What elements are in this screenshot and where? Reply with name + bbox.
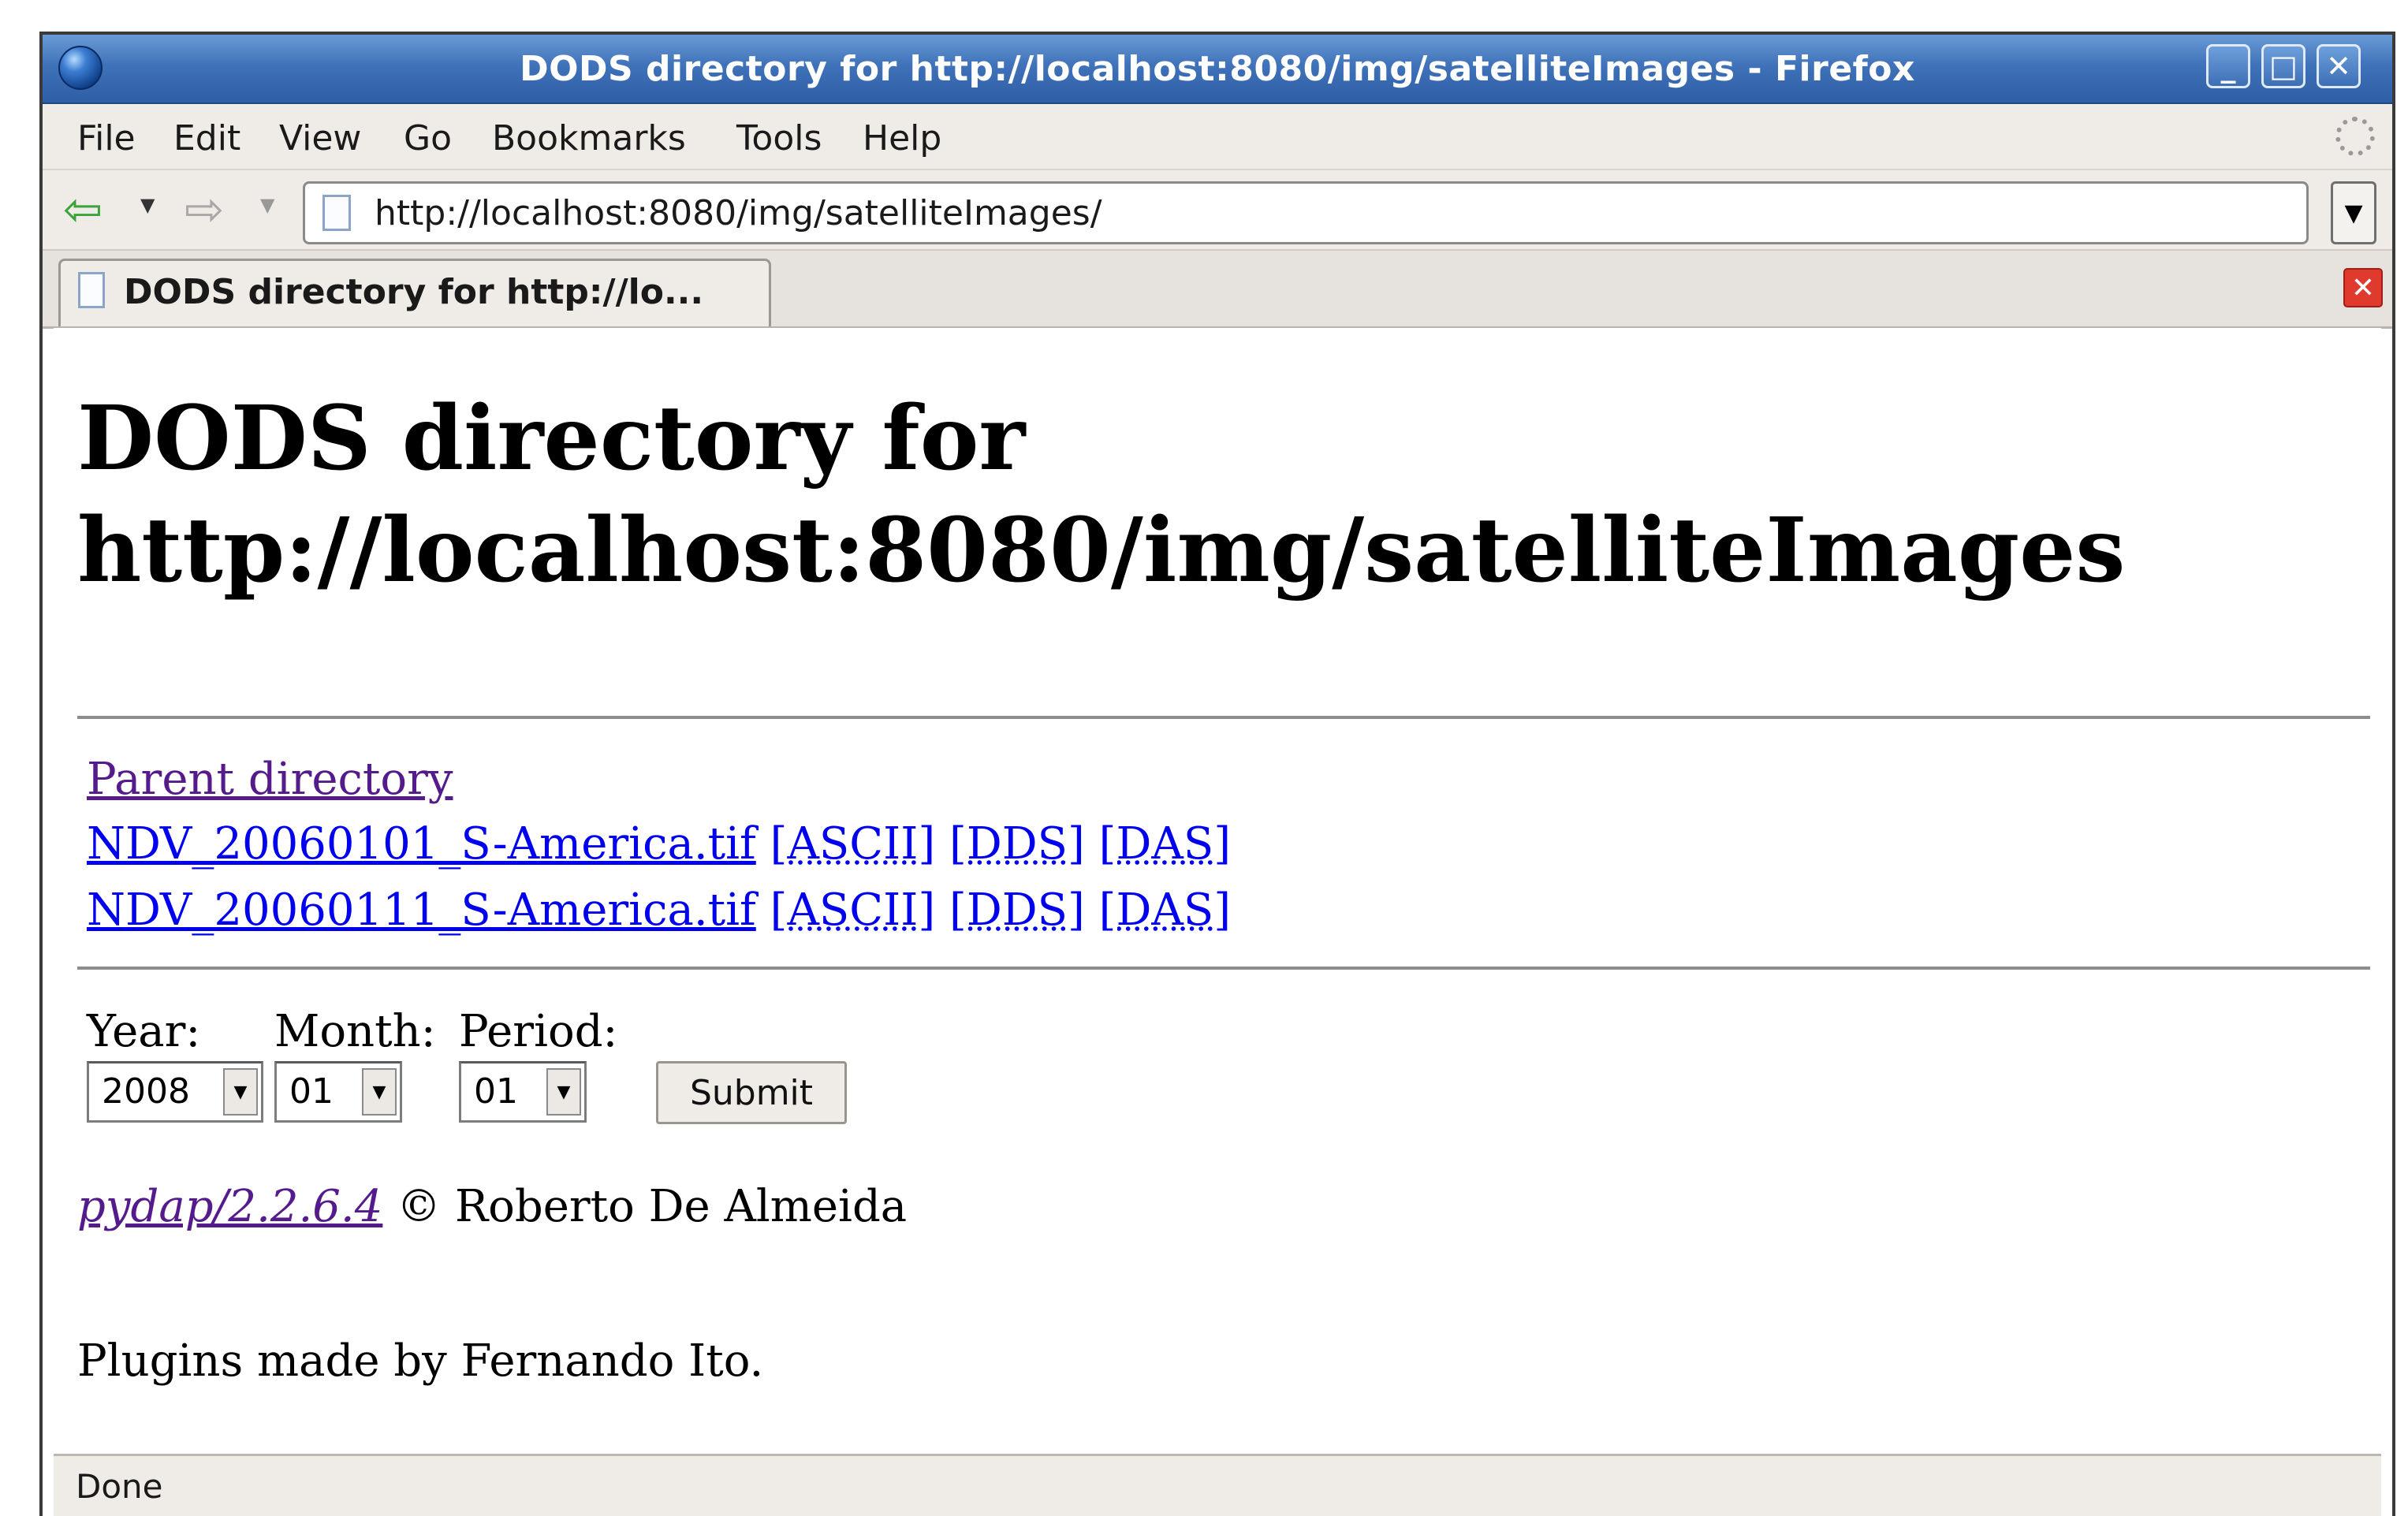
status-text: Done bbox=[76, 1467, 163, 1506]
menu-view[interactable]: View bbox=[279, 118, 361, 158]
ascii-link[interactable]: [ASCII] bbox=[770, 818, 936, 870]
parent-directory-row: Parent directory bbox=[87, 752, 453, 807]
close-icon[interactable]: ✕ bbox=[2343, 268, 2383, 307]
period-label: Period: bbox=[459, 1006, 618, 1057]
pydap-link[interactable]: pydap/2.2.6.4 bbox=[77, 1181, 382, 1232]
submit-button[interactable]: Submit bbox=[656, 1061, 847, 1124]
file-row: NDV_20060101_S-America.tif [ASCII] [DDS]… bbox=[87, 817, 1231, 872]
menu-bar: File Edit View Go Bookmarks Tools Help bbox=[43, 104, 2392, 170]
file-row: NDV_20060111_S-America.tif [ASCII] [DDS]… bbox=[87, 883, 1231, 938]
forward-history-dropdown[interactable]: ▼ bbox=[260, 194, 274, 216]
address-bar[interactable]: http://localhost:8080/img/satelliteImage… bbox=[303, 181, 2309, 244]
chevron-down-icon: ▼ bbox=[546, 1068, 581, 1116]
menu-go[interactable]: Go bbox=[404, 118, 452, 158]
period-select[interactable]: 01 ▼ bbox=[459, 1061, 587, 1123]
maximize-button[interactable]: □ bbox=[2261, 44, 2305, 88]
page-content: DODS directory for http://localhost:8080… bbox=[54, 328, 2381, 1456]
tab-label: DODS directory for http://lo... bbox=[124, 272, 704, 312]
back-history-dropdown[interactable]: ▼ bbox=[140, 194, 155, 216]
page-title: DODS directory for http://localhost:8080… bbox=[77, 383, 2364, 607]
chevron-down-icon: ▼ bbox=[362, 1068, 397, 1116]
address-url[interactable]: http://localhost:8080/img/satelliteImage… bbox=[375, 193, 1102, 233]
status-bar: Done bbox=[54, 1454, 2381, 1516]
throbber-icon bbox=[2335, 117, 2375, 156]
credits-line: pydap/2.2.6.4 © Roberto De Almeida bbox=[77, 1179, 907, 1235]
menu-tools[interactable]: Tools bbox=[736, 118, 822, 158]
menu-file[interactable]: File bbox=[77, 118, 136, 158]
forward-arrow-icon[interactable]: ⇨ bbox=[185, 186, 224, 233]
minimize-button[interactable]: _ bbox=[2206, 44, 2250, 88]
window-title: DODS directory for http://localhost:8080… bbox=[520, 49, 1915, 89]
page-icon bbox=[78, 272, 105, 308]
back-arrow-icon[interactable]: ⇦ bbox=[63, 186, 103, 233]
dds-link[interactable]: [DDS] bbox=[949, 885, 1085, 936]
tab-active[interactable]: DODS directory for http://lo... bbox=[58, 259, 771, 326]
address-history-dropdown[interactable]: ▼ bbox=[2331, 181, 2376, 244]
copyright-text: © Roberto De Almeida bbox=[382, 1181, 908, 1232]
page-icon bbox=[322, 195, 351, 231]
page-title-line1: DODS directory for bbox=[77, 387, 1026, 490]
das-link[interactable]: [DAS] bbox=[1099, 885, 1231, 936]
close-window-button[interactable]: ✕ bbox=[2317, 44, 2361, 88]
divider bbox=[77, 967, 2370, 970]
page-title-line2: http://localhost:8080/img/satelliteImage… bbox=[77, 499, 2126, 602]
year-label: Year: bbox=[87, 1006, 201, 1057]
navigation-toolbar: ⇦ ▼ ⇨ ▼ http://localhost:8080/img/satell… bbox=[43, 170, 2392, 251]
file-link[interactable]: NDV_20060111_S-America.tif bbox=[87, 885, 756, 936]
chevron-down-icon: ▼ bbox=[223, 1068, 258, 1116]
menu-help[interactable]: Help bbox=[863, 118, 941, 158]
browser-window: DODS directory for http://localhost:8080… bbox=[39, 32, 2395, 1516]
year-select[interactable]: 2008 ▼ bbox=[87, 1061, 263, 1123]
title-bar: DODS directory for http://localhost:8080… bbox=[43, 35, 2392, 104]
month-value: 01 bbox=[289, 1071, 334, 1112]
tab-strip: DODS directory for http://lo... ✕ bbox=[43, 251, 2392, 329]
parent-directory-link[interactable]: Parent directory bbox=[87, 754, 453, 805]
menu-edit[interactable]: Edit bbox=[173, 118, 240, 158]
plugins-note: Plugins made by Fernando Ito. bbox=[77, 1335, 764, 1387]
menu-bookmarks[interactable]: Bookmarks bbox=[492, 118, 686, 158]
divider bbox=[77, 716, 2370, 719]
period-value: 01 bbox=[474, 1071, 518, 1112]
das-link[interactable]: [DAS] bbox=[1099, 818, 1231, 870]
dds-link[interactable]: [DDS] bbox=[949, 818, 1085, 870]
ascii-link[interactable]: [ASCII] bbox=[770, 885, 936, 936]
file-link[interactable]: NDV_20060101_S-America.tif bbox=[87, 818, 756, 870]
year-value: 2008 bbox=[102, 1071, 190, 1112]
month-select[interactable]: 01 ▼ bbox=[274, 1061, 402, 1123]
month-label: Month: bbox=[274, 1006, 436, 1057]
